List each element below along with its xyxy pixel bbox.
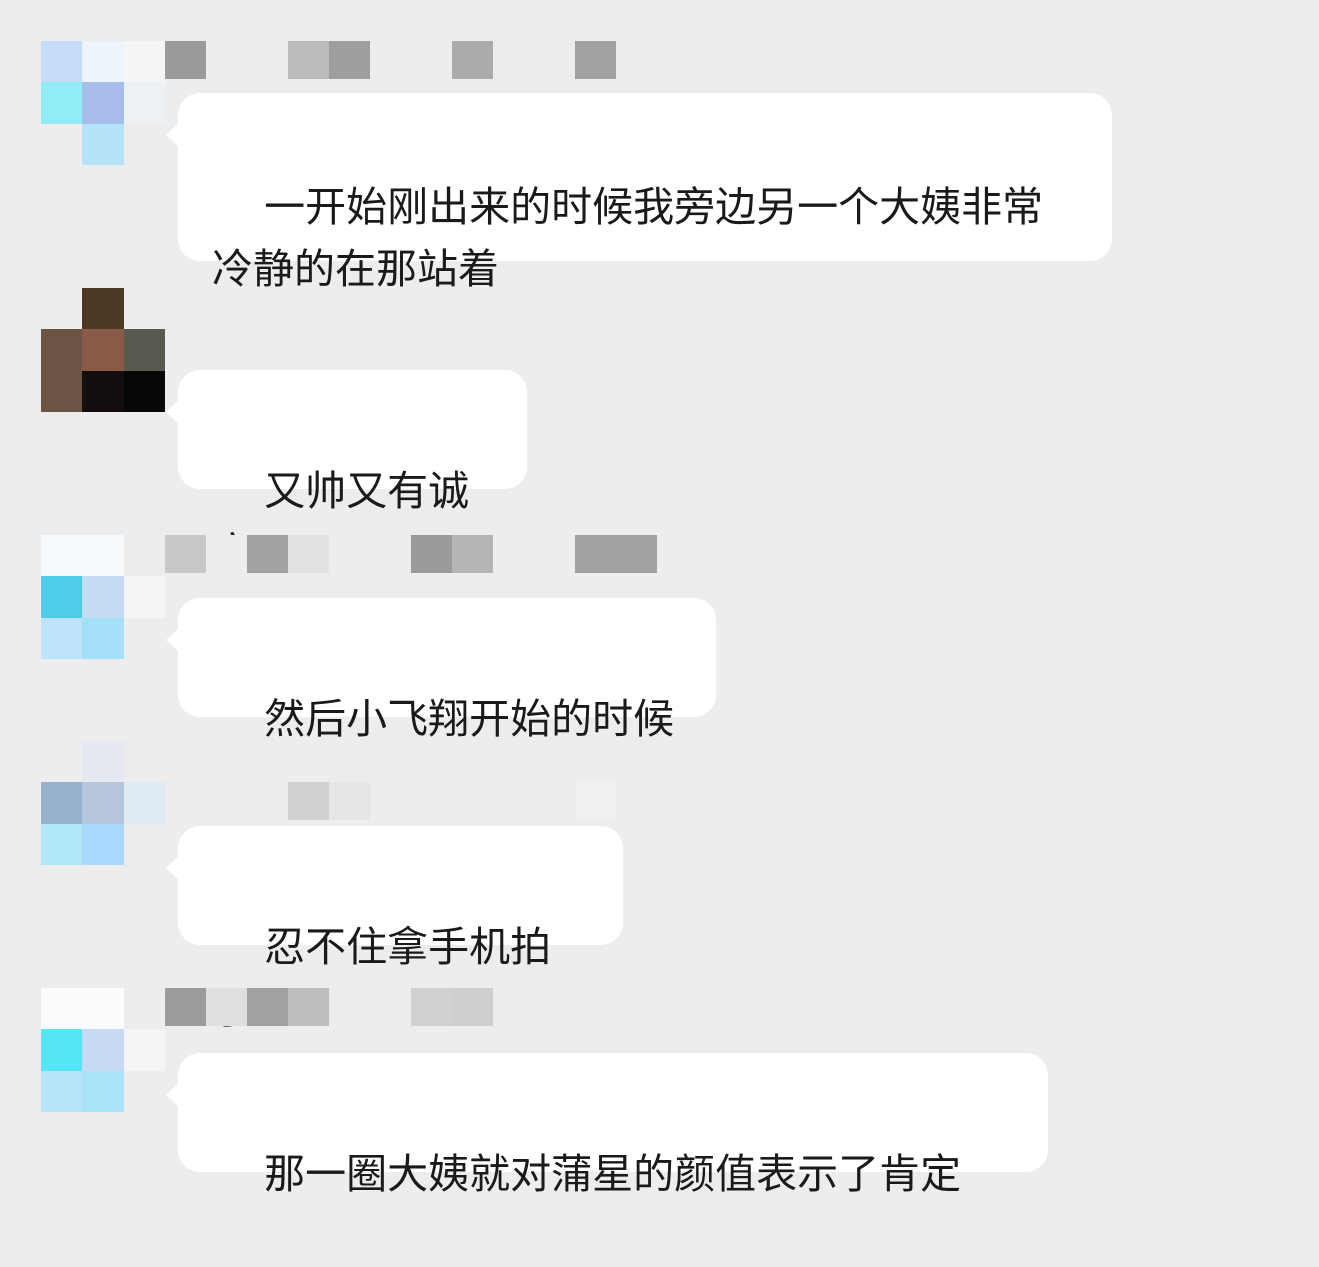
sender-name-pixelated	[165, 41, 616, 79]
message-bubble[interactable]: 那一圈大姨就对蒲星的颜值表示了肯定	[166, 1053, 1048, 1198]
message-text: 那一圈大姨就对蒲星的颜值表示了肯定	[264, 1150, 962, 1198]
avatar-pixelated[interactable]	[41, 535, 165, 659]
sender-name-pixelated	[165, 782, 616, 820]
message-bubble[interactable]: 一开始刚出来的时候我旁边另一个大姨非常冷静的在那站着	[166, 93, 1112, 293]
message-text: 然后小飞翔开始的时候	[264, 695, 675, 743]
message-bubble[interactable]: 又帅又有诚意	[166, 370, 527, 577]
avatar-pixelated[interactable]	[41, 988, 165, 1112]
avatar-pixelated[interactable]	[41, 741, 165, 865]
message-text: 一开始刚出来的时候我旁边另一个大姨非常冷静的在那站着	[212, 183, 1044, 293]
avatar-pixelated[interactable]	[41, 41, 165, 165]
sender-name-pixelated	[165, 535, 657, 573]
sender-name-pixelated	[165, 988, 493, 1026]
message-bubble[interactable]: 忍不住拿手机拍了	[166, 826, 623, 1033]
message-bubble[interactable]: 然后小飞翔开始的时候	[166, 598, 716, 743]
avatar-pixelated[interactable]	[41, 288, 165, 412]
